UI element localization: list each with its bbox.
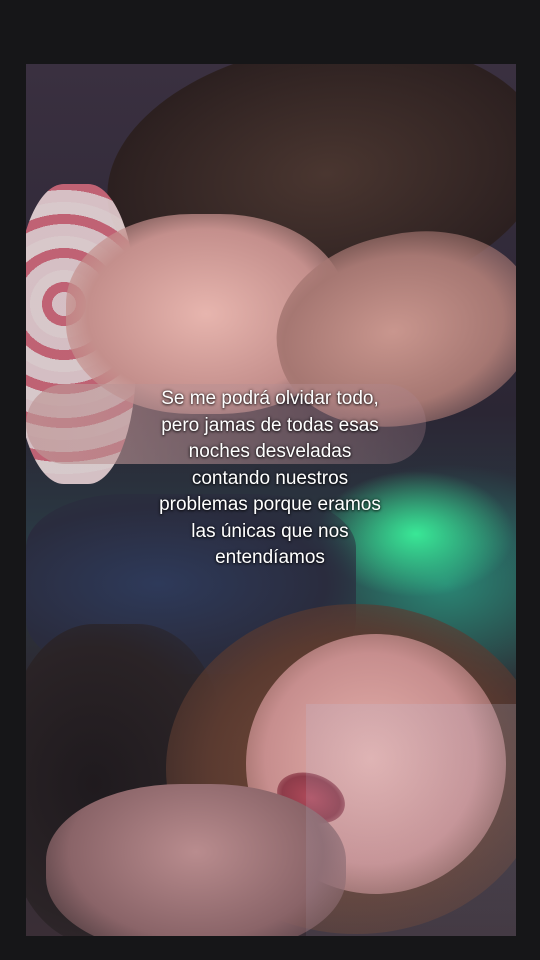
photo-hair-upper [90,64,516,334]
photo-top-lower [26,624,226,936]
photo-light-overlay [306,704,516,936]
story-screen: Se me podrá olvidar todo, pero jamas de … [0,0,540,960]
photo-face-lower [246,634,506,894]
photo-chest-lower [46,784,346,936]
photo-lips-lower [269,763,353,833]
photo-hair-lower [166,604,516,934]
story-caption: Se me podrá olvidar todo, pero jamas de … [159,388,381,568]
photo-shoulder-upper [66,214,346,414]
